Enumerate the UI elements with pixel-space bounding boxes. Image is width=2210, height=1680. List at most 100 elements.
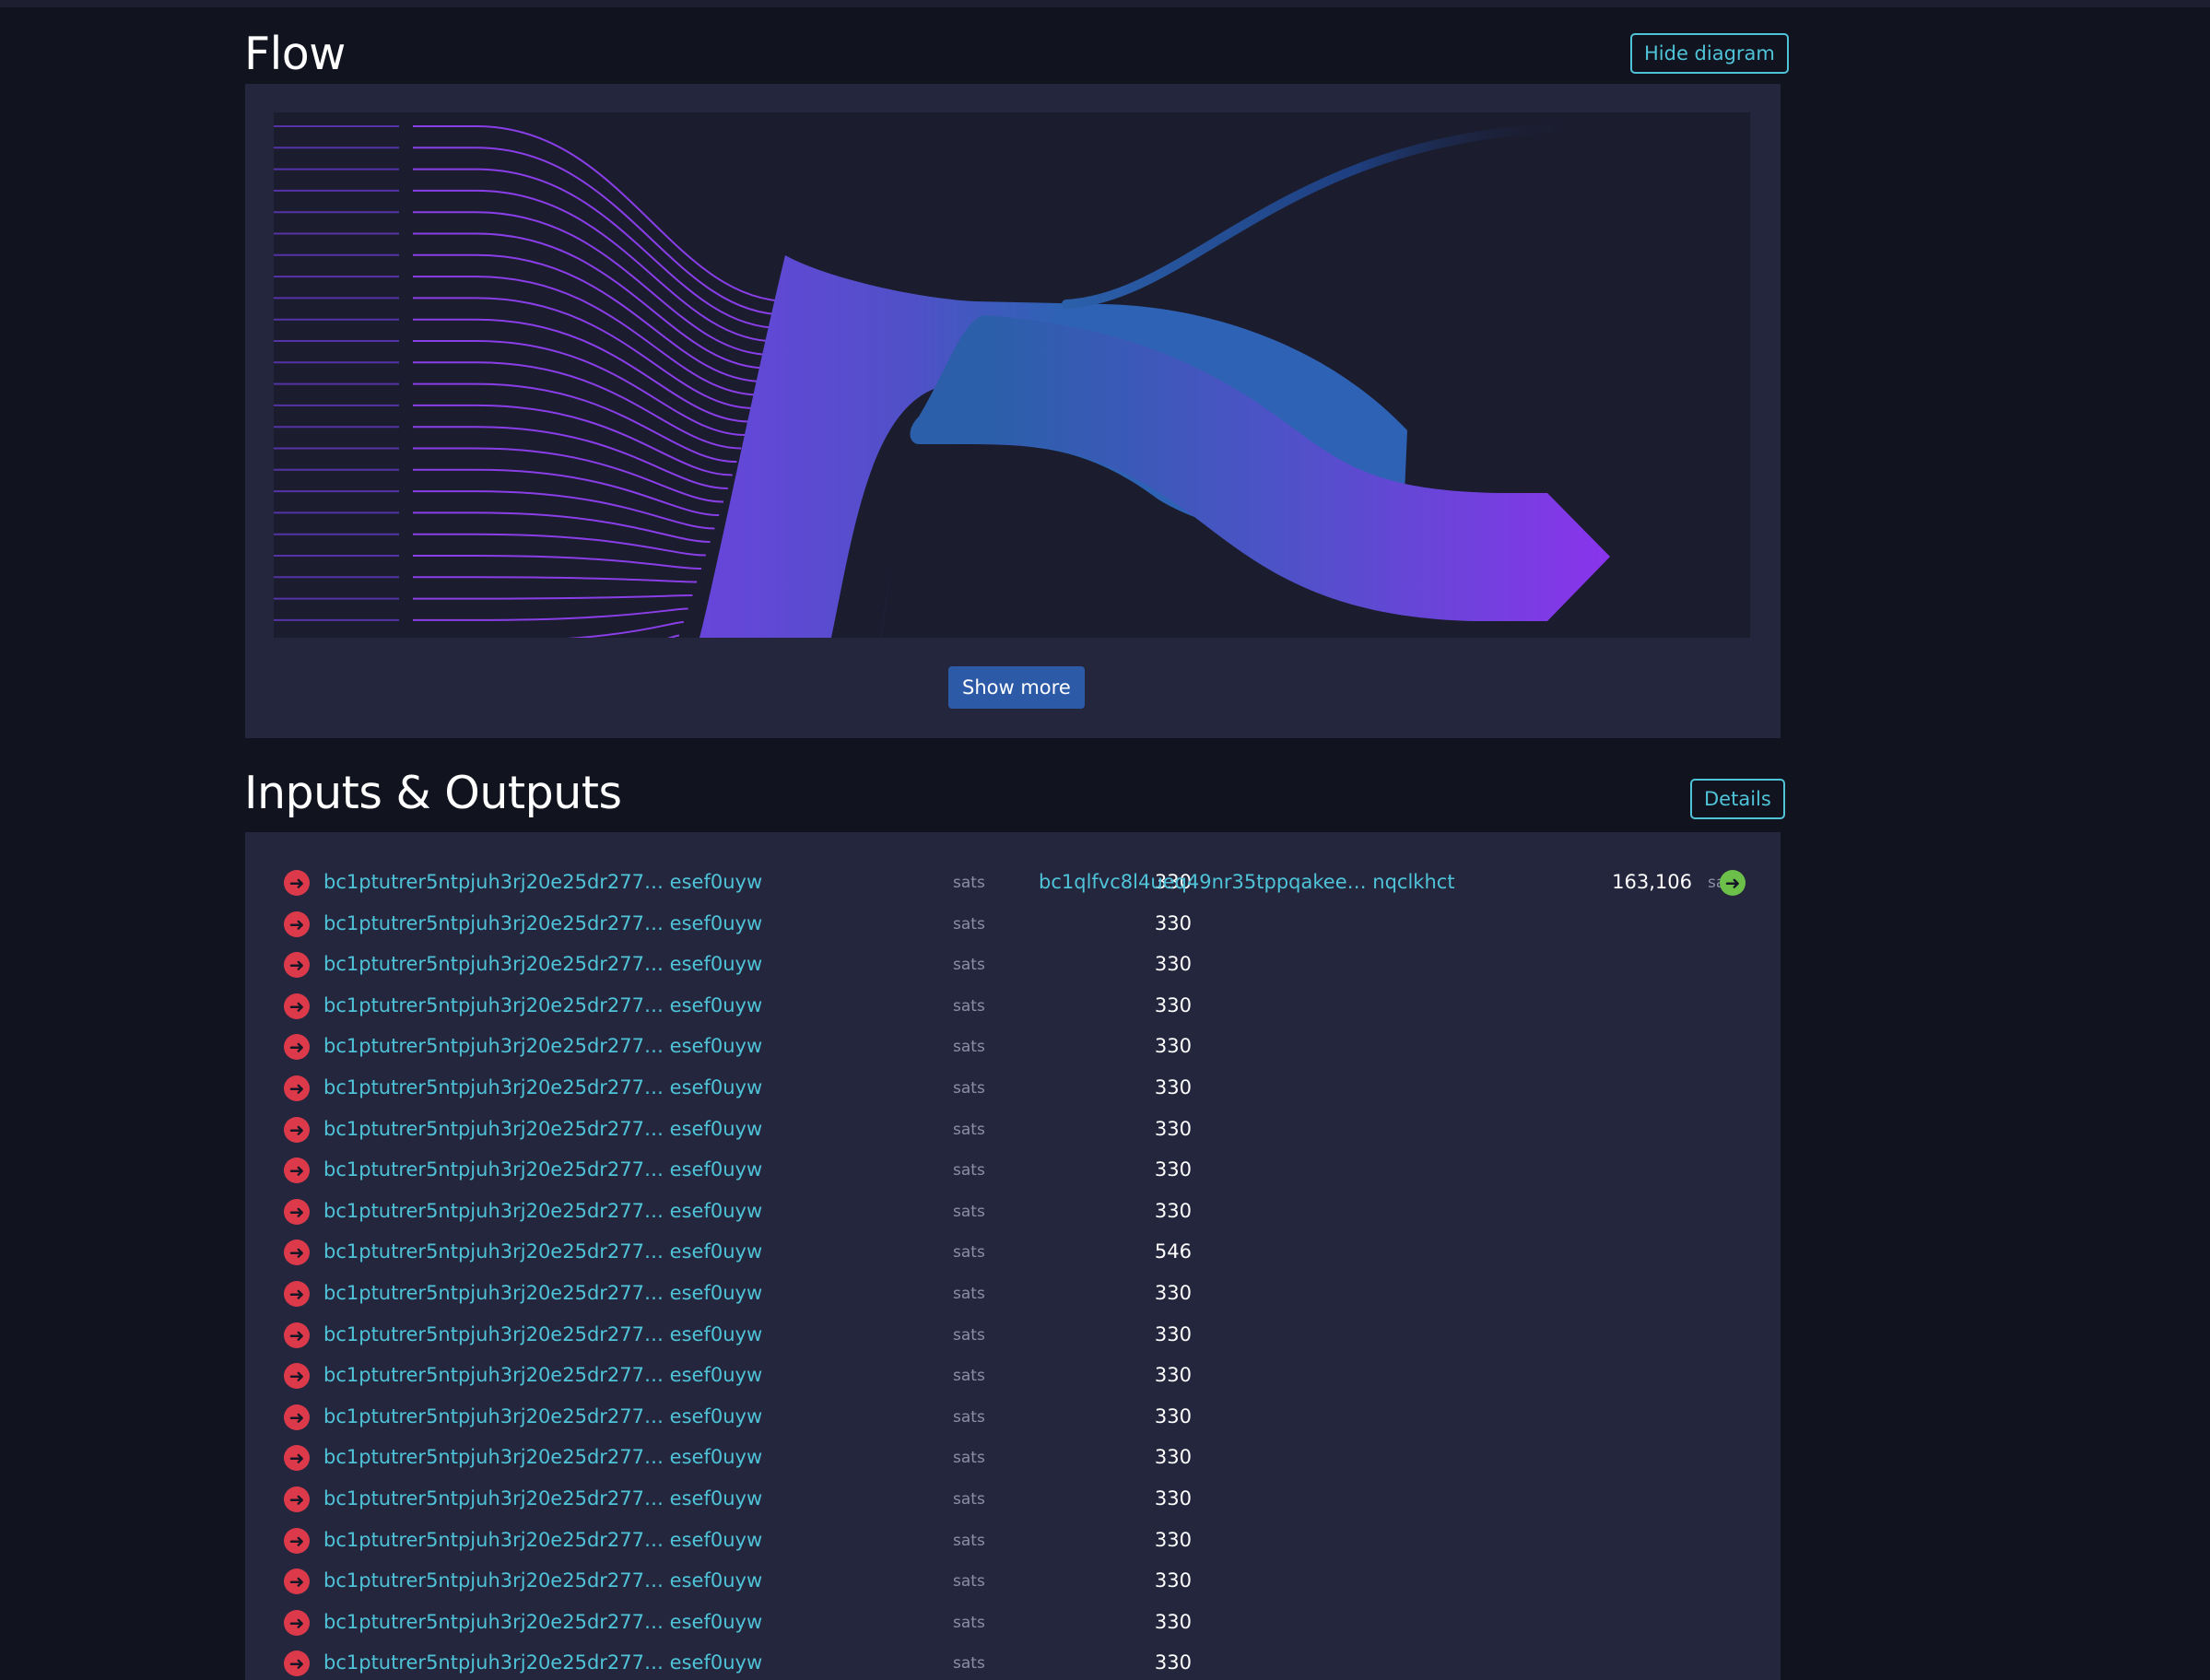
arrow-right-circle-icon[interactable]: ➜ [1720,870,1746,896]
input-address-link[interactable]: bc1ptutrer5ntpjuh3rj20e25dr277… esef0uyw [323,1651,762,1674]
top-bar [0,0,2210,7]
details-button[interactable]: Details [1690,779,1785,819]
input-amount: 330 [1154,1569,1192,1592]
arrow-right-circle-icon[interactable]: ➜ [284,1568,310,1595]
input-row: ➜ bc1ptutrer5ntpjuh3rj20e25dr277… esef0uy… [245,1362,1781,1390]
input-address-link[interactable]: bc1ptutrer5ntpjuh3rj20e25dr277… esef0uyw [323,1364,762,1386]
input-address-link[interactable]: bc1ptutrer5ntpjuh3rj20e25dr277… esef0uyw [323,1446,762,1468]
input-flow-line [413,533,706,557]
arrow-right-circle-icon[interactable]: ➜ [284,1034,310,1061]
input-address-link[interactable]: bc1ptutrer5ntpjuh3rj20e25dr277… esef0uyw [323,994,762,1016]
arrow-right-circle-icon[interactable]: ➜ [284,1445,310,1472]
input-address-link[interactable]: bc1ptutrer5ntpjuh3rj20e25dr277… esef0uyw [323,1569,762,1592]
input-address-link[interactable]: bc1ptutrer5ntpjuh3rj20e25dr277… esef0uyw [323,1200,762,1222]
input-flow-line [413,297,755,409]
arrow-right-circle-icon[interactable]: ➜ [284,1116,310,1143]
arrow-right-circle-icon[interactable]: ➜ [284,1239,310,1266]
arrow-right-circle-icon[interactable]: ➜ [284,1281,310,1307]
input-address-link[interactable]: bc1ptutrer5ntpjuh3rj20e25dr277… esef0uyw [323,1158,762,1181]
arrow-right-circle-icon[interactable]: ➜ [284,993,310,1019]
input-amount: 330 [1154,953,1192,976]
input-amount-unit: sats [953,1325,985,1345]
input-amount: 330 [1154,993,1192,1016]
arrow-right-circle-icon[interactable]: ➜ [284,1322,310,1348]
input-amount-unit: sats [953,914,985,934]
input-row: ➜ bc1ptutrer5ntpjuh3rj20e25dr277… esef0uy… [245,1444,1781,1472]
input-amount-unit: sats [953,1490,985,1509]
input-flow-line [413,468,720,516]
input-address-link[interactable]: bc1ptutrer5ntpjuh3rj20e25dr277… esef0uyw [323,912,762,934]
input-address-link[interactable]: bc1ptutrer5ntpjuh3rj20e25dr277… esef0uyw [323,1323,762,1345]
input-address-link[interactable]: bc1ptutrer5ntpjuh3rj20e25dr277… esef0uyw [323,1611,762,1633]
input-amount-unit: sats [953,1572,985,1592]
hide-diagram-button[interactable]: Hide diagram [1630,33,1789,74]
arrow-right-circle-icon[interactable]: ➜ [284,1651,310,1677]
flow-panel: Show more [245,84,1781,738]
output-row: bc1qlfvc8l4ueq49nr35tppqakee… nqclkhct 16… [245,869,1781,897]
arrow-right-circle-icon[interactable]: ➜ [284,952,310,979]
arrow-right-circle-icon[interactable]: ➜ [284,1486,310,1512]
arrow-right-circle-icon[interactable]: ➜ [284,910,310,937]
input-address-link[interactable]: bc1ptutrer5ntpjuh3rj20e25dr277… esef0uyw [323,1118,762,1140]
input-amount: 330 [1154,1117,1192,1140]
input-amount: 330 [1154,1610,1192,1633]
input-amount-unit: sats [953,1120,985,1139]
arrow-right-circle-icon[interactable]: ➜ [284,1609,310,1636]
input-amount: 330 [1154,1528,1192,1551]
arrow-right-circle-icon[interactable]: ➜ [284,1527,310,1554]
input-address-link[interactable]: bc1ptutrer5ntpjuh3rj20e25dr277… esef0uyw [323,1076,762,1098]
flow-diagram-svg [274,123,1610,638]
input-flow-line [413,594,693,600]
flow-title: Flow [244,28,346,80]
arrow-right-circle-icon[interactable]: ➜ [284,1157,310,1184]
input-amount-unit: sats [953,1531,985,1550]
input-amount-unit: sats [953,956,985,975]
input-amount: 330 [1154,1651,1192,1674]
input-flow-line [413,232,769,370]
arrow-right-circle-icon[interactable]: ➜ [284,1363,310,1390]
input-address-link[interactable]: bc1ptutrer5ntpjuh3rj20e25dr277… esef0uyw [323,1282,762,1304]
input-amount-unit: sats [953,1079,985,1098]
input-amount: 330 [1154,1446,1192,1469]
input-amount-unit: sats [953,1202,985,1221]
show-more-button[interactable]: Show more [948,666,1085,709]
input-address-link[interactable]: bc1ptutrer5ntpjuh3rj20e25dr277… esef0uyw [323,1240,762,1263]
input-row: ➜ bc1ptutrer5ntpjuh3rj20e25dr277… esef0uy… [245,1527,1781,1555]
input-flow-line [413,276,759,396]
arrow-right-circle-icon[interactable]: ➜ [284,1198,310,1225]
input-amount: 330 [1154,1404,1192,1427]
input-address-link[interactable]: bc1ptutrer5ntpjuh3rj20e25dr277… esef0uyw [323,1405,762,1427]
input-amount: 546 [1154,1240,1192,1263]
input-flow-line [667,634,680,638]
input-flow-line [413,576,698,583]
input-row: ➜ bc1ptutrer5ntpjuh3rj20e25dr277… esef0uy… [245,1650,1781,1677]
arrow-right-circle-icon[interactable]: ➜ [284,1075,310,1101]
input-amount: 330 [1154,1199,1192,1222]
input-row: ➜ bc1ptutrer5ntpjuh3rj20e25dr277… esef0uy… [245,951,1781,979]
input-amount-unit: sats [953,1285,985,1303]
input-amount-unit: sats [953,1038,985,1057]
input-row: ➜ bc1ptutrer5ntpjuh3rj20e25dr277… esef0uy… [245,1075,1781,1102]
input-flow-line [413,340,746,436]
input-flow-line [413,490,715,530]
input-amount-unit: sats [953,1161,985,1181]
input-row: ➜ bc1ptutrer5ntpjuh3rj20e25dr277… esef0uy… [245,1486,1781,1513]
flow-diagram[interactable] [274,112,1750,638]
input-amount-unit: sats [953,1407,985,1427]
input-address-link[interactable]: bc1ptutrer5ntpjuh3rj20e25dr277… esef0uyw [323,1035,762,1057]
input-address-link[interactable]: bc1ptutrer5ntpjuh3rj20e25dr277… esef0uyw [323,1487,762,1510]
output-address-link[interactable]: bc1qlfvc8l4ueq49nr35tppqakee… nqclkhct [1039,871,1455,893]
input-amount: 330 [1154,1364,1192,1387]
input-amount-unit: sats [953,1367,985,1386]
arrow-right-circle-icon[interactable]: ➜ [284,1404,310,1430]
input-address-link[interactable]: bc1ptutrer5ntpjuh3rj20e25dr277… esef0uyw [323,1529,762,1551]
input-address-link[interactable]: bc1ptutrer5ntpjuh3rj20e25dr277… esef0uyw [323,953,762,975]
input-amount: 330 [1154,1158,1192,1181]
input-amount: 330 [1154,1322,1192,1345]
input-flow-line [413,382,737,463]
input-amount: 330 [1154,1282,1192,1304]
input-amount: 330 [1154,911,1192,934]
input-amount: 330 [1154,1035,1192,1058]
input-amount-unit: sats [953,996,985,1016]
input-flow-line [413,168,782,329]
